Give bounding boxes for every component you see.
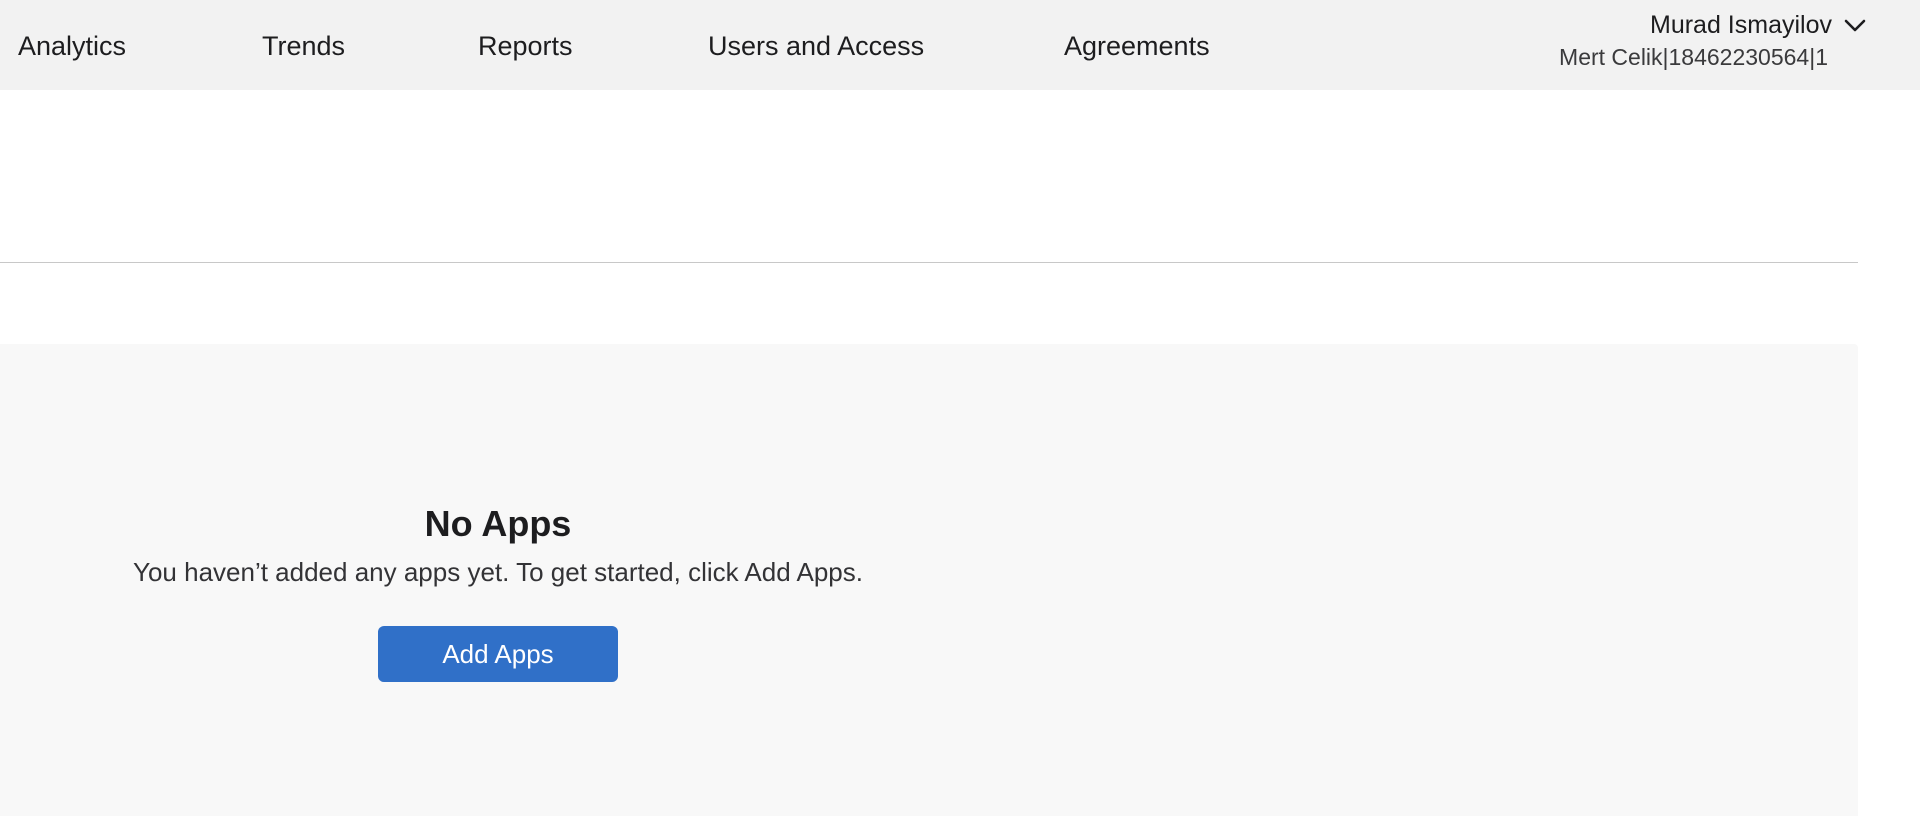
top-navigation-bar: Analytics Trends Reports Users and Acces… xyxy=(0,0,1920,90)
account-menu[interactable]: Murad Ismayilov Mert Celik|18462230564|1 xyxy=(1559,8,1866,72)
nav-reports[interactable]: Reports xyxy=(478,28,573,64)
add-apps-button[interactable]: Add Apps xyxy=(378,626,618,682)
nav-users-and-access[interactable]: Users and Access xyxy=(708,28,924,64)
empty-state-message: You haven’t added any apps yet. To get s… xyxy=(133,557,863,587)
empty-state: No Apps You haven’t added any apps yet. … xyxy=(0,496,996,682)
account-team-info: Mert Celik|18462230564|1 xyxy=(1559,44,1828,70)
nav-analytics[interactable]: Analytics xyxy=(18,28,126,64)
section-divider xyxy=(0,262,1858,263)
account-user-name: Murad Ismayilov xyxy=(1650,11,1832,39)
empty-state-title: No Apps xyxy=(424,503,572,544)
nav-agreements[interactable]: Agreements xyxy=(1064,28,1210,64)
nav-trends[interactable]: Trends xyxy=(262,28,345,64)
chevron-down-icon[interactable] xyxy=(1842,15,1868,35)
